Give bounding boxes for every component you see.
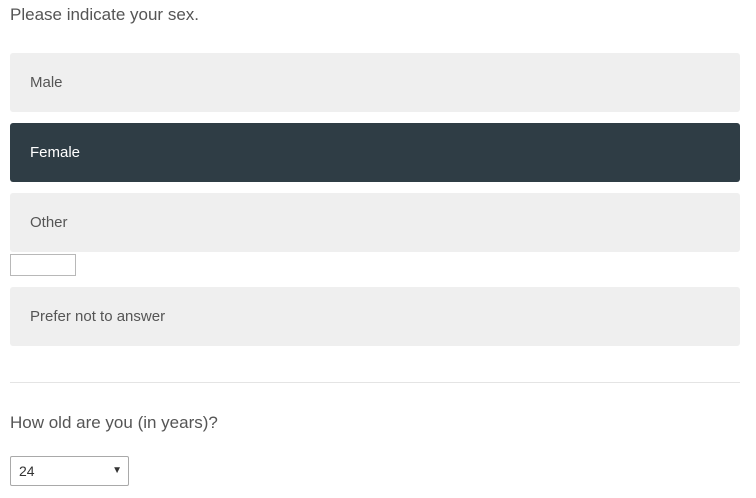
option-other[interactable]: Other	[10, 193, 740, 252]
option-female[interactable]: Female	[10, 123, 740, 182]
other-text-field[interactable]	[10, 254, 76, 276]
option-male-label: Male	[30, 74, 63, 91]
option-male[interactable]: Male	[10, 53, 740, 112]
section-divider	[10, 382, 740, 383]
age-question-prompt: How old are you (in years)?	[10, 413, 218, 432]
age-select-value: 24	[19, 463, 35, 479]
option-other-label: Other	[30, 214, 68, 231]
option-prefer-not-to-answer-label: Prefer not to answer	[30, 308, 166, 325]
triangle-down-icon: ▼	[112, 465, 122, 476]
option-female-label: Female	[30, 144, 81, 161]
age-select[interactable]: 24 ▼	[10, 456, 129, 486]
option-prefer-not-to-answer[interactable]: Prefer not to answer	[10, 287, 740, 346]
sex-question-prompt: Please indicate your sex.	[10, 5, 199, 24]
